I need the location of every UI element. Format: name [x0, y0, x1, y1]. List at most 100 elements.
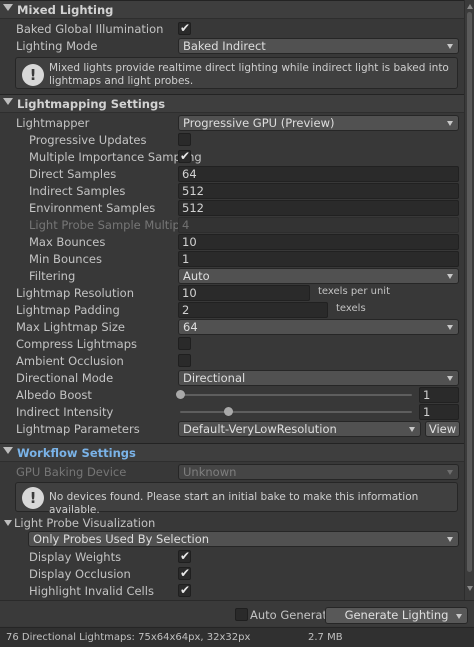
baked-gi-checkbox[interactable]: ✔	[178, 21, 191, 35]
mis-checkbox[interactable]: ✔	[178, 149, 191, 163]
lighting-mode-label: Lighting Mode	[16, 39, 98, 53]
dropdown-value: Directional	[183, 371, 246, 385]
max-lightmap-size-label: Max Lightmap Size	[16, 320, 125, 334]
dropdown-value: Auto	[183, 269, 210, 283]
lightmap-parameters-label: Lightmap Parameters	[16, 422, 140, 436]
workflow-settings-header[interactable]: Workflow Settings	[0, 443, 464, 462]
lightmapping-settings-header[interactable]: Lightmapping Settings	[0, 94, 464, 113]
view-button[interactable]: View	[425, 421, 460, 437]
display-occlusion-checkbox[interactable]: ✔	[178, 566, 191, 580]
check-icon: ✔	[180, 583, 191, 597]
progressive-updates-checkbox[interactable]	[178, 133, 191, 146]
environment-samples-input[interactable]: 512	[178, 200, 459, 216]
display-weights-label: Display Weights	[29, 550, 122, 564]
dropdown-value: Baked Indirect	[183, 39, 266, 53]
chevron-down-icon	[409, 427, 415, 432]
highlight-invalid-cells-label: Highlight Invalid Cells	[29, 584, 154, 598]
footer-bar: Auto Generate Generate Lighting	[0, 600, 474, 626]
info-text: Mixed lights provide realtime direct lig…	[49, 62, 449, 87]
chevron-down-icon	[447, 325, 453, 330]
section-title: Workflow Settings	[17, 446, 136, 460]
chevron-down-icon[interactable]	[456, 614, 462, 619]
scroll-down-icon[interactable]	[467, 586, 473, 591]
check-icon: ✔	[180, 21, 191, 35]
gpu-device-info-box: ! No devices found. Please start an init…	[15, 482, 458, 516]
collapse-arrow-icon[interactable]	[3, 4, 13, 11]
direct-samples-input[interactable]: 64	[178, 166, 459, 182]
light-probe-visualization-dropdown[interactable]: Only Probes Used By Selection	[28, 531, 459, 547]
gpu-baking-device-dropdown: Unknown	[178, 464, 459, 480]
status-bar: 76 Directional Lightmaps: 75x64x64px, 32…	[0, 627, 474, 647]
dropdown-value: Unknown	[183, 465, 237, 479]
generate-lighting-button[interactable]: Generate Lighting	[325, 607, 468, 624]
directional-mode-label: Directional Mode	[16, 371, 114, 385]
info-text: No devices found. Please start an initia…	[49, 491, 419, 516]
min-bounces-input[interactable]: 1	[178, 251, 459, 267]
min-bounces-label: Min Bounces	[29, 252, 102, 266]
albedo-boost-label: Albedo Boost	[16, 388, 92, 402]
albedo-boost-slider-track[interactable]	[180, 394, 412, 396]
light-probe-multiplier-input: 4	[178, 217, 459, 233]
scroll-up-icon[interactable]	[467, 4, 473, 9]
indirect-intensity-slider-track[interactable]	[180, 411, 412, 413]
lightmap-parameters-dropdown[interactable]: Default-VeryLowResolution	[178, 421, 421, 437]
ambient-occlusion-checkbox[interactable]	[178, 354, 191, 367]
chevron-down-icon	[447, 274, 453, 279]
directional-mode-dropdown[interactable]: Directional	[178, 370, 459, 386]
mixed-lighting-header[interactable]: Mixed Lighting	[0, 0, 464, 19]
compress-lightmaps-checkbox[interactable]	[178, 337, 191, 350]
indirect-samples-input[interactable]: 512	[178, 183, 459, 199]
baked-gi-label: Baked Global Illumination	[16, 22, 164, 36]
collapse-arrow-icon[interactable]	[3, 98, 13, 105]
mixed-lighting-info-box: ! Mixed lights provide realtime direct l…	[15, 57, 458, 89]
section-title: Lightmapping Settings	[17, 97, 166, 111]
mis-label: Multiple Importance Sampling	[29, 150, 202, 164]
max-bounces-label: Max Bounces	[29, 235, 106, 249]
info-icon: !	[22, 64, 44, 86]
lightmap-resolution-unit: texels per unit	[318, 286, 390, 297]
max-lightmap-size-dropdown[interactable]: 64	[178, 319, 459, 335]
lightmapper-dropdown[interactable]: Progressive GPU (Preview)	[178, 115, 459, 131]
lightmap-resolution-input[interactable]: 10	[178, 285, 310, 301]
check-icon: ✔	[180, 149, 191, 163]
filtering-dropdown[interactable]: Auto	[178, 268, 459, 284]
generate-lighting-label: Generate Lighting	[344, 608, 449, 622]
indirect-intensity-input[interactable]: 1	[419, 404, 459, 420]
lightmapper-label: Lightmapper	[16, 116, 90, 130]
direct-samples-label: Direct Samples	[29, 167, 117, 181]
display-occlusion-label: Display Occlusion	[29, 567, 131, 581]
lightmap-memory-size: 2.7 MB	[308, 632, 343, 643]
lightmap-padding-unit: texels	[336, 303, 366, 314]
albedo-boost-input[interactable]: 1	[419, 387, 459, 403]
max-bounces-input[interactable]: 10	[178, 234, 459, 250]
info-icon: !	[22, 487, 44, 509]
check-icon: ✔	[180, 566, 191, 580]
highlight-invalid-cells-checkbox[interactable]: ✔	[178, 583, 191, 597]
progressive-updates-label: Progressive Updates	[29, 133, 147, 147]
vertical-scrollbar[interactable]	[464, 0, 474, 600]
collapse-arrow-icon[interactable]	[3, 447, 13, 454]
albedo-boost-slider-handle[interactable]	[176, 390, 185, 399]
lightmap-padding-input[interactable]: 2	[178, 302, 328, 318]
dropdown-value: 64	[183, 320, 198, 334]
gpu-baking-device-label: GPU Baking Device	[16, 465, 127, 479]
chevron-down-icon	[447, 537, 453, 542]
lighting-mode-dropdown[interactable]: Baked Indirect	[178, 38, 459, 54]
section-title: Mixed Lighting	[17, 3, 114, 17]
light-probe-visualization-label: Light Probe Visualization	[14, 516, 156, 530]
scrollbar-thumb[interactable]	[467, 12, 472, 572]
chevron-down-icon	[447, 121, 453, 126]
filtering-label: Filtering	[29, 269, 76, 283]
lightmap-padding-label: Lightmap Padding	[16, 303, 120, 317]
auto-generate-checkbox[interactable]	[235, 608, 248, 621]
display-weights-checkbox[interactable]: ✔	[178, 549, 191, 563]
lightmap-resolution-label: Lightmap Resolution	[16, 286, 134, 300]
indirect-intensity-slider-handle[interactable]	[224, 407, 233, 416]
compress-lightmaps-label: Compress Lightmaps	[16, 337, 137, 351]
check-icon: ✔	[180, 549, 191, 563]
lightmaps-status: 76 Directional Lightmaps: 75x64x64px, 32…	[6, 632, 251, 643]
indirect-samples-label: Indirect Samples	[29, 184, 126, 198]
chevron-down-icon	[447, 376, 453, 381]
light-probe-multiplier-label: Light Probe Sample Multiplier	[29, 218, 199, 232]
collapse-arrow-icon[interactable]	[4, 520, 12, 526]
